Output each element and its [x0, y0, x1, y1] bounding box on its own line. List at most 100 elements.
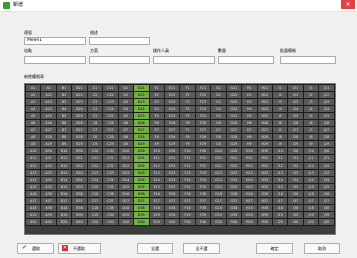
grid-cell[interactable]: D15: [117, 182, 135, 191]
grid-cell[interactable]: B15: [55, 182, 73, 191]
grid-cell[interactable]: G39: [225, 210, 243, 219]
grid-cell[interactable]: I11: [271, 154, 289, 163]
grid-cell[interactable]: J32: [318, 161, 335, 170]
grid-cell[interactable]: A28: [40, 133, 57, 142]
grid-cell[interactable]: D19: [117, 210, 135, 219]
grid-cell[interactable]: H17: [241, 196, 258, 205]
grid-cell[interactable]: E7: [148, 126, 165, 135]
grid-cell[interactable]: H14: [241, 175, 258, 184]
grid-cell[interactable]: B5: [55, 112, 73, 121]
grid-cell[interactable]: H28: [256, 133, 274, 142]
grid-cell[interactable]: I3: [271, 98, 289, 107]
grid-cell[interactable]: G26: [225, 119, 243, 128]
grid-cell[interactable]: H22: [256, 91, 274, 100]
grid-cell[interactable]: I9: [271, 140, 289, 149]
grid-cell[interactable]: B25: [71, 112, 88, 121]
grid-cell[interactable]: J35: [318, 182, 335, 191]
grid-cell[interactable]: D7: [117, 126, 135, 135]
grid-cell[interactable]: F31: [194, 154, 212, 163]
grid-cell[interactable]: C26: [102, 119, 119, 128]
grid-cell[interactable]: D23: [133, 98, 150, 107]
grid-cell[interactable]: H4: [241, 105, 258, 114]
grid-cell[interactable]: C24: [102, 105, 119, 114]
grid-cell[interactable]: C13: [86, 168, 104, 177]
grid-cell[interactable]: H25: [256, 112, 274, 121]
grid-cell[interactable]: C25: [102, 112, 119, 121]
grid-cell[interactable]: G34: [225, 175, 243, 184]
grid-cell[interactable]: G3: [210, 98, 227, 107]
grid-cell[interactable]: F7: [179, 126, 196, 135]
grid-cell[interactable]: J20: [302, 217, 320, 226]
grid-cell[interactable]: D1: [117, 83, 135, 93]
grid-cell[interactable]: F4: [179, 105, 196, 114]
grid-cell[interactable]: G14: [210, 175, 227, 184]
grid-cell[interactable]: E36: [163, 189, 181, 198]
grid-cell[interactable]: D34: [133, 175, 150, 184]
grid-cell[interactable]: A17: [24, 196, 42, 205]
grid-cell[interactable]: H29: [256, 140, 274, 149]
grid-cell[interactable]: E37: [163, 196, 181, 205]
grid-cell[interactable]: C19: [86, 210, 104, 219]
grid-cell[interactable]: G12: [210, 161, 227, 170]
grid-cell[interactable]: E23: [163, 98, 181, 107]
grid-cell[interactable]: J38: [318, 203, 335, 212]
grid-cell[interactable]: F34: [194, 175, 212, 184]
grid-cell[interactable]: F23: [194, 98, 212, 107]
grid-cell[interactable]: G13: [210, 168, 227, 177]
grid-cell[interactable]: E38: [163, 203, 181, 212]
grid-cell[interactable]: F40: [194, 217, 212, 226]
grid-cell[interactable]: C28: [102, 133, 119, 142]
grid-cell[interactable]: H7: [241, 126, 258, 135]
grid-cell[interactable]: D31: [133, 154, 150, 163]
grid-cell[interactable]: B31: [71, 154, 88, 163]
grid-cell[interactable]: C20: [86, 217, 104, 226]
grid-cell[interactable]: D40: [133, 217, 150, 226]
grid-cell[interactable]: G31: [225, 154, 243, 163]
grid-cell[interactable]: A34: [40, 175, 57, 184]
grid-cell[interactable]: G16: [210, 189, 227, 198]
deselect-button[interactable]: ✕ 不選取: [58, 243, 101, 254]
grid-cell[interactable]: I38: [287, 203, 304, 212]
grid-cell[interactable]: C36: [102, 189, 119, 198]
grid-cell[interactable]: J24: [318, 105, 335, 114]
grid-cell[interactable]: B3: [55, 98, 73, 107]
grid-cell[interactable]: A1: [24, 83, 42, 93]
grid-cell[interactable]: J15: [302, 182, 320, 191]
grid-cell[interactable]: J16: [302, 189, 320, 198]
grid-cell[interactable]: B32: [71, 161, 88, 170]
grid-cell[interactable]: E28: [163, 133, 181, 142]
grid-cell[interactable]: J36: [318, 189, 335, 198]
grid-cell[interactable]: D32: [133, 161, 150, 170]
grid-cell[interactable]: I21: [287, 83, 304, 93]
confirm-button[interactable]: 確定: [256, 243, 293, 254]
grid-cell[interactable]: D3: [117, 98, 135, 107]
batch-field[interactable]: [280, 56, 336, 64]
grid-cell[interactable]: C35: [102, 182, 119, 191]
grid-cell[interactable]: F19: [179, 210, 196, 219]
grid-cell[interactable]: F37: [194, 196, 212, 205]
grid-cell[interactable]: C17: [86, 196, 104, 205]
grid-cell[interactable]: B9: [55, 140, 73, 149]
grid-cell[interactable]: I40: [287, 217, 304, 226]
grid-cell[interactable]: A19: [24, 210, 42, 219]
grid-cell[interactable]: B19: [55, 210, 73, 219]
grid-cell[interactable]: J39: [318, 210, 335, 219]
grid-cell[interactable]: I14: [271, 175, 289, 184]
grid-cell[interactable]: A20: [24, 217, 42, 226]
grid-cell[interactable]: F14: [179, 175, 196, 184]
grid-cell[interactable]: F24: [194, 105, 212, 114]
grid-cell[interactable]: A31: [40, 154, 57, 163]
grid-cell[interactable]: E35: [163, 182, 181, 191]
grid-cell[interactable]: E2: [148, 91, 165, 100]
grid-cell[interactable]: C23: [102, 98, 119, 107]
grid-cell[interactable]: G8: [210, 133, 227, 142]
close-button[interactable]: ✕: [341, 0, 355, 9]
grid-cell[interactable]: D37: [133, 196, 150, 205]
grid-cell[interactable]: F11: [179, 154, 196, 163]
grid-cell[interactable]: G11: [210, 154, 227, 163]
grid-cell[interactable]: C27: [102, 126, 119, 135]
grid-cell[interactable]: C15: [86, 182, 104, 191]
grid-cell[interactable]: G20: [210, 217, 227, 226]
grid-cell[interactable]: H24: [256, 105, 274, 114]
grid-cell[interactable]: A30: [40, 147, 57, 156]
